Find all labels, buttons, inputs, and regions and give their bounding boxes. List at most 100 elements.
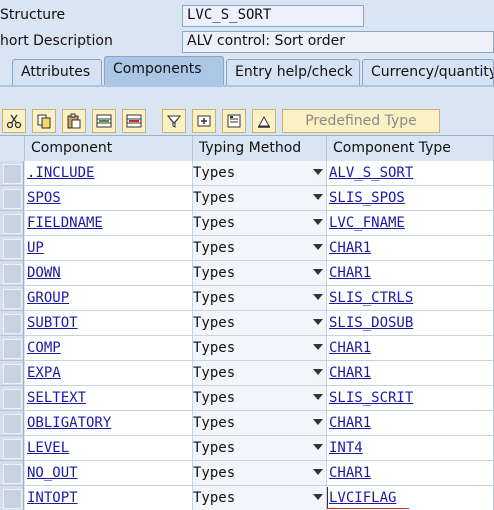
typing-method-field[interactable]: Types <box>193 361 326 385</box>
component-cell[interactable]: EXPA <box>25 361 193 386</box>
dropdown-arrow-icon[interactable] <box>313 419 323 425</box>
paste-button[interactable] <box>62 109 86 133</box>
dropdown-arrow-icon[interactable] <box>313 394 323 400</box>
component-type-cell[interactable]: CHAR1 <box>327 461 494 486</box>
typing-method-field[interactable]: Types <box>193 286 326 310</box>
component-cell[interactable]: SUBTOT <box>25 311 193 336</box>
add-field-button[interactable] <box>192 109 216 133</box>
component-link[interactable]: NO_OUT <box>27 465 78 481</box>
row-selector[interactable] <box>0 161 24 186</box>
typing-method-field[interactable]: Types <box>193 236 326 260</box>
component-type-link[interactable]: INT4 <box>329 440 363 456</box>
component-cell[interactable]: NO_OUT <box>25 461 193 486</box>
typing-method-dropdown[interactable]: Types <box>193 261 327 286</box>
typing-method-dropdown[interactable]: Types <box>193 461 327 486</box>
typing-method-field[interactable]: Types <box>193 436 326 460</box>
insert-row-button[interactable] <box>92 109 116 133</box>
filter-button[interactable] <box>162 109 186 133</box>
component-type-cell[interactable]: CHAR1 <box>327 236 494 261</box>
predefined-type-button[interactable]: Predefined Type <box>282 109 440 133</box>
component-link[interactable]: SELTEXT <box>27 390 86 406</box>
component-type-cell[interactable]: CHAR1 <box>327 336 494 361</box>
typing-method-dropdown[interactable]: Types <box>193 361 327 386</box>
component-link[interactable]: DOWN <box>27 265 61 281</box>
component-link[interactable]: EXPA <box>27 365 61 381</box>
row-selector[interactable] <box>0 311 24 336</box>
component-type-cell[interactable]: SLIS_DOSUB <box>327 311 494 336</box>
row-selector[interactable] <box>0 486 24 510</box>
cut-button[interactable] <box>2 109 26 133</box>
component-type-link[interactable]: CHAR1 <box>329 365 371 381</box>
typing-method-dropdown[interactable]: Types <box>193 211 327 236</box>
component-cell[interactable]: LEVEL <box>25 436 193 461</box>
component-cell[interactable]: COMP <box>25 336 193 361</box>
dropdown-arrow-icon[interactable] <box>313 269 323 275</box>
short-description-field[interactable]: ALV control: Sort order <box>182 31 494 53</box>
typing-method-field[interactable]: Types <box>193 336 326 360</box>
column-header-typing-method[interactable]: Typing Method <box>193 136 327 161</box>
component-type-cell[interactable]: CHAR1 <box>327 411 494 436</box>
typing-method-field[interactable]: Types <box>193 311 326 335</box>
typing-method-field[interactable]: Types <box>193 386 326 410</box>
component-type-cell[interactable]: CHAR1 <box>327 361 494 386</box>
component-type-cell[interactable]: ALV_S_SORT <box>327 161 494 186</box>
typing-method-dropdown[interactable]: Types <box>193 286 327 311</box>
component-type-link[interactable]: LVC_FNAME <box>329 215 405 231</box>
row-selector[interactable] <box>0 461 24 486</box>
typing-method-field[interactable]: Types <box>193 261 326 285</box>
component-type-cell[interactable]: LVCIFLAG <box>327 486 494 510</box>
component-type-link[interactable]: SLIS_DOSUB <box>329 315 413 331</box>
component-link[interactable]: SPOS <box>27 190 61 206</box>
typing-method-field[interactable]: Types <box>193 411 326 435</box>
component-link[interactable]: LEVEL <box>27 440 69 456</box>
component-type-cell[interactable]: SLIS_SCRIT <box>327 386 494 411</box>
typing-method-dropdown[interactable]: Types <box>193 486 327 510</box>
component-type-link[interactable]: CHAR1 <box>329 415 371 431</box>
row-selector[interactable] <box>0 386 24 411</box>
dropdown-arrow-icon[interactable] <box>313 244 323 250</box>
column-header-component[interactable]: Component <box>25 136 193 161</box>
tab-attributes[interactable]: Attributes <box>12 59 102 85</box>
component-type-link[interactable]: CHAR1 <box>329 340 371 356</box>
component-type-link[interactable]: SLIS_SCRIT <box>329 390 413 406</box>
component-type-cell[interactable]: LVC_FNAME <box>327 211 494 236</box>
dropdown-arrow-icon[interactable] <box>313 169 323 175</box>
component-link[interactable]: OBLIGATORY <box>27 415 111 431</box>
row-selector[interactable] <box>0 361 24 386</box>
component-link[interactable]: .INCLUDE <box>27 165 94 181</box>
component-type-link[interactable]: ALV_S_SORT <box>329 165 413 181</box>
component-link[interactable]: FIELDNAME <box>27 215 103 231</box>
row-selector[interactable] <box>0 261 24 286</box>
component-cell[interactable]: DOWN <box>25 261 193 286</box>
dropdown-arrow-icon[interactable] <box>313 319 323 325</box>
dropdown-arrow-icon[interactable] <box>313 344 323 350</box>
typing-method-dropdown[interactable]: Types <box>193 336 327 361</box>
component-link[interactable]: SUBTOT <box>27 315 78 331</box>
typing-method-field[interactable]: Types <box>193 461 326 485</box>
sort-button[interactable] <box>252 109 276 133</box>
dropdown-arrow-icon[interactable] <box>313 494 323 500</box>
component-cell[interactable]: FIELDNAME <box>25 211 193 236</box>
tab-currency-quantity[interactable]: Currency/quantity <box>362 59 494 85</box>
dropdown-arrow-icon[interactable] <box>313 219 323 225</box>
component-type-link[interactable]: SLIS_CTRLS <box>329 290 413 306</box>
component-link[interactable]: GROUP <box>27 290 69 306</box>
component-link[interactable]: INTOPT <box>27 490 78 506</box>
details-button[interactable] <box>222 109 246 133</box>
row-selector[interactable] <box>0 236 24 261</box>
typing-method-field[interactable]: Types <box>193 161 326 185</box>
component-type-cell[interactable]: SLIS_CTRLS <box>327 286 494 311</box>
component-cell[interactable]: SPOS <box>25 186 193 211</box>
component-cell[interactable]: UP <box>25 236 193 261</box>
component-type-link[interactable]: CHAR1 <box>329 240 371 256</box>
row-selector[interactable] <box>0 286 24 311</box>
component-cell[interactable]: SELTEXT <box>25 386 193 411</box>
delete-row-button[interactable] <box>122 109 146 133</box>
column-header-component-type[interactable]: Component Type <box>327 136 494 161</box>
typing-method-dropdown[interactable]: Types <box>193 186 327 211</box>
component-type-cell[interactable]: INT4 <box>327 436 494 461</box>
typing-method-field[interactable]: Types <box>193 486 326 510</box>
component-type-link[interactable]: CHAR1 <box>329 265 371 281</box>
component-type-cell[interactable]: SLIS_SPOS <box>327 186 494 211</box>
component-cell[interactable]: OBLIGATORY <box>25 411 193 436</box>
